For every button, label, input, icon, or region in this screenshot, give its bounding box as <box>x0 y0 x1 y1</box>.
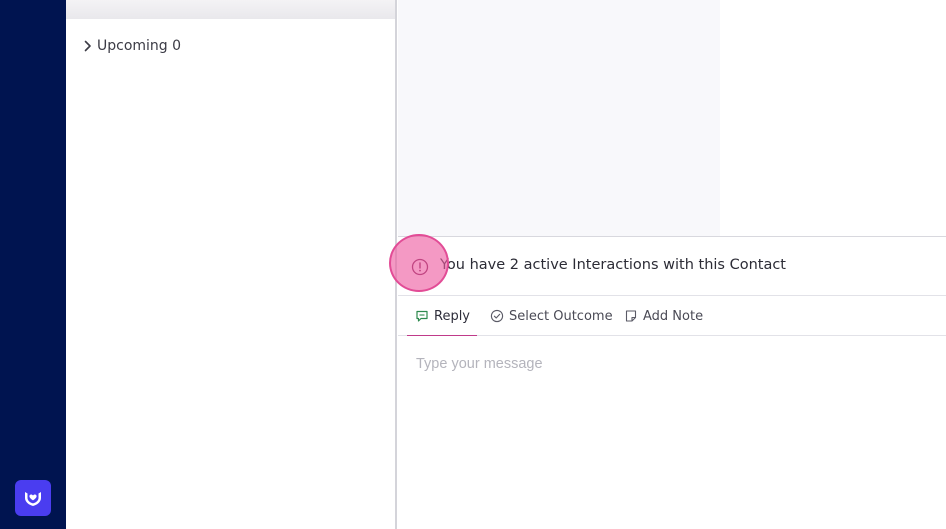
tab-select-outcome-label: Select Outcome <box>509 308 613 324</box>
tab-add-note[interactable]: Add Note <box>624 296 703 336</box>
notice-text: You have 2 active Interactions with this… <box>440 257 786 273</box>
hands-heart-icon <box>25 492 41 506</box>
message-input[interactable] <box>398 336 946 529</box>
tab-reply-label: Reply <box>434 308 471 324</box>
message-composer <box>398 336 946 529</box>
list-header-strip <box>66 0 395 19</box>
upcoming-label: Upcoming 0 <box>97 38 182 54</box>
active-interactions-notice: You have 2 active Interactions with this… <box>398 236 946 296</box>
click-highlight-marker <box>389 234 449 292</box>
tab-reply[interactable]: Reply <box>407 296 477 337</box>
composer-tabs: Reply Select Outcome Add Note <box>398 296 946 337</box>
tab-select-outcome[interactable]: Select Outcome <box>490 296 613 336</box>
tab-add-note-label: Add Note <box>643 308 704 324</box>
app-sidebar <box>0 0 66 529</box>
upcoming-section-toggle[interactable]: Upcoming 0 <box>83 36 181 56</box>
chevron-right-icon <box>84 40 91 52</box>
conversation-thread <box>398 0 720 236</box>
right-blank-area <box>720 0 946 236</box>
interactions-list-panel: Upcoming 0 <box>66 0 397 529</box>
check-circle-icon <box>490 309 504 323</box>
chat-bubble-icon <box>416 310 428 322</box>
note-icon <box>625 310 637 322</box>
app-logo[interactable] <box>15 480 51 516</box>
